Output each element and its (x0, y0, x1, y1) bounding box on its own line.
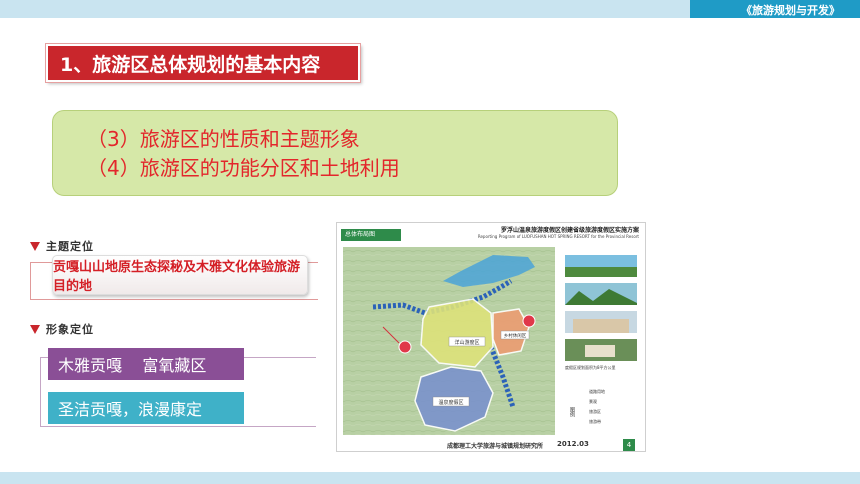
content-line-3: （3）旅游区的性质和主题形象 (87, 127, 360, 151)
zone-yangshan (420, 298, 494, 368)
legend-belt: 旅游带 (589, 419, 601, 424)
course-title: 《旅游规划与开发》 (741, 4, 840, 17)
triangle-down-icon (30, 241, 40, 251)
zone-label-hotspring: 温泉度假区 (438, 399, 463, 406)
planning-map-image: 总体布局图 罗浮山温泉旅游度假区创建省级旅游度假区实施方案 Reporting … (336, 222, 646, 452)
content-box: （3）旅游区的性质和主题形象 （4）旅游区的功能分区和土地利用 (52, 110, 618, 196)
zone-label-rural: 乡村休闲区 (504, 332, 527, 339)
theme-positioning-box: 贡嘎山山地原生态探秘及木雅文化体验旅游目的地 (52, 255, 308, 295)
photo-2 (565, 283, 637, 305)
theme-positioning-label-text: 主题定位 (46, 240, 94, 253)
map-header: 总体布局图 罗浮山温泉旅游度假区创建省级旅游度假区实施方案 Reporting … (337, 223, 645, 245)
legend-title: 图例 (569, 407, 575, 417)
footer-page-number: 4 (623, 439, 635, 451)
image-slogan-1: 木雅贡嘎 富氧藏区 (48, 348, 244, 380)
zone-label-yangshan: 洋山游度区 (454, 339, 479, 346)
legend-zone: 旅游区 (589, 409, 601, 414)
map-side-column: 度假区规划面积为8平方公里 图例 道路用地 景观 旅游区 旅游带 (559, 247, 641, 437)
image-positioning-label-text: 形象定位 (46, 323, 94, 336)
legend-scenic: 景观 (589, 399, 597, 404)
legend-road: 道路用地 (589, 389, 605, 394)
photo-caption: 度假区规划面积为8平方公里 (565, 365, 616, 370)
photo-4 (565, 339, 637, 361)
bottom-bar (0, 472, 860, 484)
triangle-down-icon (30, 324, 40, 334)
landmark-marker-1 (398, 340, 412, 354)
photo-3 (565, 311, 637, 333)
section-heading: 1、旅游区总体规划的基本内容 (45, 43, 361, 83)
map-area: 洋山游度区 温泉度假区 乡村休闲区 (343, 247, 555, 435)
landmark-marker-2 (522, 314, 536, 328)
map-footer: 成都理工大学旅游与城镇规划研究所 2012.03 4 (337, 437, 645, 451)
map-tab: 总体布局图 (341, 229, 401, 241)
image-slogan-2: 圣洁贡嘎，浪漫康定 (48, 392, 244, 424)
theme-positioning-label: 主题定位 (30, 238, 94, 254)
image-positioning-label: 形象定位 (30, 321, 94, 337)
photo-1 (565, 255, 637, 277)
map-title: 罗浮山温泉旅游度假区创建省级旅游度假区实施方案 (500, 227, 639, 234)
footer-date: 2012.03 (557, 440, 589, 448)
content-line-4: （4）旅游区的功能分区和土地利用 (87, 156, 400, 180)
footer-institute: 成都理工大学旅游与城镇规划研究所 (447, 443, 544, 450)
map-subtitle: Reporting Program of LUOFUSHAN HOT SPRIN… (477, 234, 639, 239)
